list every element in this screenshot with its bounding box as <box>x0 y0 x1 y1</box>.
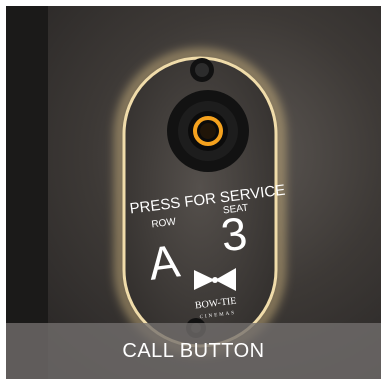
call-button-icon[interactable] <box>167 90 249 172</box>
top-screw-icon <box>190 58 214 82</box>
caption-band: CALL BUTTON <box>6 323 381 379</box>
photo-card[interactable]: PRESS FOR SERVICE ROW SEAT A 3 BOW-TIE C… <box>6 6 381 379</box>
caption-label: CALL BUTTON <box>122 339 265 362</box>
